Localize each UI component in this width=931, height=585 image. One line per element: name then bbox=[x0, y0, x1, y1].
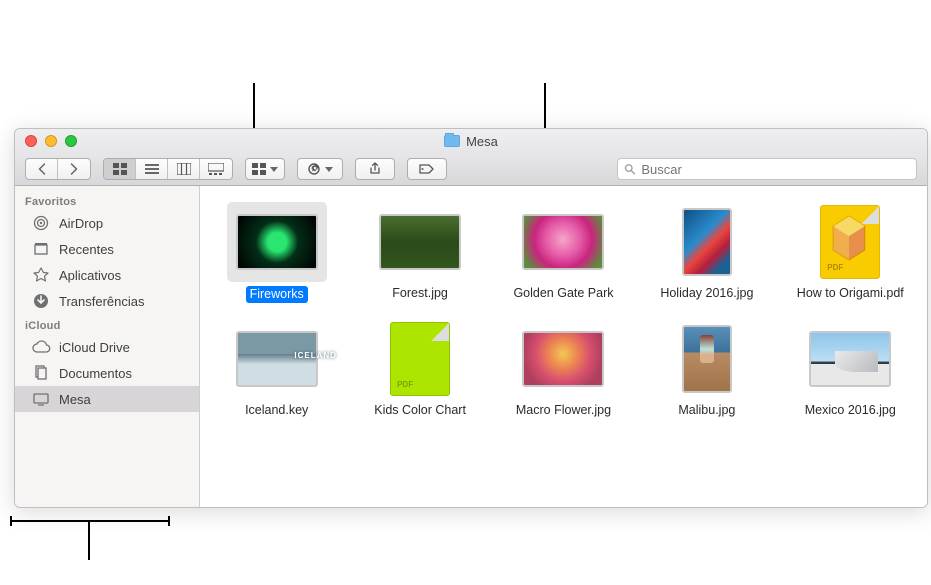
title-folder-icon bbox=[444, 135, 460, 147]
file-item[interactable]: Mexico 2016.jpg bbox=[784, 315, 917, 422]
chevron-down-icon bbox=[325, 167, 333, 172]
group-by-segment bbox=[245, 158, 285, 180]
view-icon-button[interactable] bbox=[104, 159, 136, 179]
apps-icon bbox=[31, 266, 51, 284]
sidebar-item-airdrop[interactable]: AirDrop bbox=[15, 210, 199, 236]
file-label: Golden Gate Park bbox=[513, 286, 613, 301]
icloud-icon bbox=[31, 338, 51, 356]
finder-window: Mesa bbox=[14, 128, 928, 508]
file-label: Iceland.key bbox=[245, 403, 308, 418]
file-item[interactable]: Malibu.jpg bbox=[640, 315, 773, 422]
file-label: Mexico 2016.jpg bbox=[805, 403, 896, 418]
search-field[interactable] bbox=[617, 158, 917, 180]
file-item[interactable]: PDF Kids Color Chart bbox=[353, 315, 486, 422]
gear-icon bbox=[309, 163, 321, 175]
file-label: How to Origami.pdf bbox=[797, 286, 904, 301]
back-button[interactable] bbox=[26, 159, 58, 179]
sidebar-item-aplicativos[interactable]: Aplicativos bbox=[15, 262, 199, 288]
sidebar-item-label: Aplicativos bbox=[59, 268, 121, 283]
search-input[interactable] bbox=[639, 161, 910, 178]
window-title: Mesa bbox=[466, 134, 498, 149]
file-item[interactable]: ICELAND Iceland.key bbox=[210, 315, 343, 422]
file-item[interactable]: PDF How to Origami.pdf bbox=[784, 198, 917, 307]
file-item[interactable]: Holiday 2016.jpg bbox=[640, 198, 773, 307]
tag-icon bbox=[419, 163, 435, 175]
minimize-window-button[interactable] bbox=[45, 135, 57, 147]
downloads-icon bbox=[31, 292, 51, 310]
recents-icon bbox=[31, 240, 51, 258]
sidebar-item-label: AirDrop bbox=[59, 216, 103, 231]
close-window-button[interactable] bbox=[25, 135, 37, 147]
sidebar: Favoritos AirDrop Recentes bbox=[15, 186, 200, 507]
desktop-icon bbox=[31, 390, 51, 408]
zoom-window-button[interactable] bbox=[65, 135, 77, 147]
action-menu-button[interactable] bbox=[297, 158, 343, 180]
sidebar-section-icloud: iCloud bbox=[15, 314, 199, 334]
sidebar-item-label: iCloud Drive bbox=[59, 340, 130, 355]
share-icon bbox=[368, 162, 382, 176]
sidebar-item-documentos[interactable]: Documentos bbox=[15, 360, 199, 386]
documents-icon bbox=[31, 364, 51, 382]
pdf-badge: PDF bbox=[397, 380, 413, 389]
nav-back-forward bbox=[25, 158, 91, 180]
sidebar-item-mesa[interactable]: Mesa bbox=[15, 386, 199, 412]
file-label: Kids Color Chart bbox=[374, 403, 466, 418]
toolbar bbox=[15, 153, 927, 186]
view-gallery-button[interactable] bbox=[200, 159, 232, 179]
thumb-overlay-text: ICELAND bbox=[277, 351, 355, 360]
chevron-down-icon bbox=[270, 167, 278, 172]
file-label: Forest.jpg bbox=[392, 286, 448, 301]
search-icon bbox=[624, 163, 635, 175]
view-mode-segment bbox=[103, 158, 233, 180]
share-button[interactable] bbox=[355, 158, 395, 180]
sidebar-item-transferencias[interactable]: Transferências bbox=[15, 288, 199, 314]
tags-button[interactable] bbox=[407, 158, 447, 180]
file-item[interactable]: Macro Flower.jpg bbox=[497, 315, 630, 422]
forward-button[interactable] bbox=[58, 159, 90, 179]
file-label: Macro Flower.jpg bbox=[516, 403, 611, 418]
sidebar-section-favoritos: Favoritos bbox=[15, 190, 199, 210]
file-item[interactable]: Golden Gate Park bbox=[497, 198, 630, 307]
view-columns-button[interactable] bbox=[168, 159, 200, 179]
sidebar-item-label: Documentos bbox=[59, 366, 132, 381]
file-label: Malibu.jpg bbox=[678, 403, 735, 418]
sidebar-item-label: Transferências bbox=[59, 294, 145, 309]
file-item[interactable]: Forest.jpg bbox=[353, 198, 486, 307]
sidebar-item-label: Mesa bbox=[59, 392, 91, 407]
titlebar: Mesa bbox=[15, 129, 927, 153]
view-list-button[interactable] bbox=[136, 159, 168, 179]
sidebar-item-recentes[interactable]: Recentes bbox=[15, 236, 199, 262]
sidebar-item-icloud-drive[interactable]: iCloud Drive bbox=[15, 334, 199, 360]
file-label: Fireworks bbox=[246, 286, 308, 303]
file-grid: Fireworks Forest.jpg Golden Gate Park Ho… bbox=[200, 186, 927, 507]
sidebar-item-label: Recentes bbox=[59, 242, 114, 257]
pdf-badge: PDF bbox=[827, 263, 843, 272]
file-item[interactable]: Fireworks bbox=[210, 198, 343, 307]
airdrop-icon bbox=[31, 214, 51, 232]
file-label: Holiday 2016.jpg bbox=[660, 286, 753, 301]
group-by-button[interactable] bbox=[246, 159, 284, 179]
